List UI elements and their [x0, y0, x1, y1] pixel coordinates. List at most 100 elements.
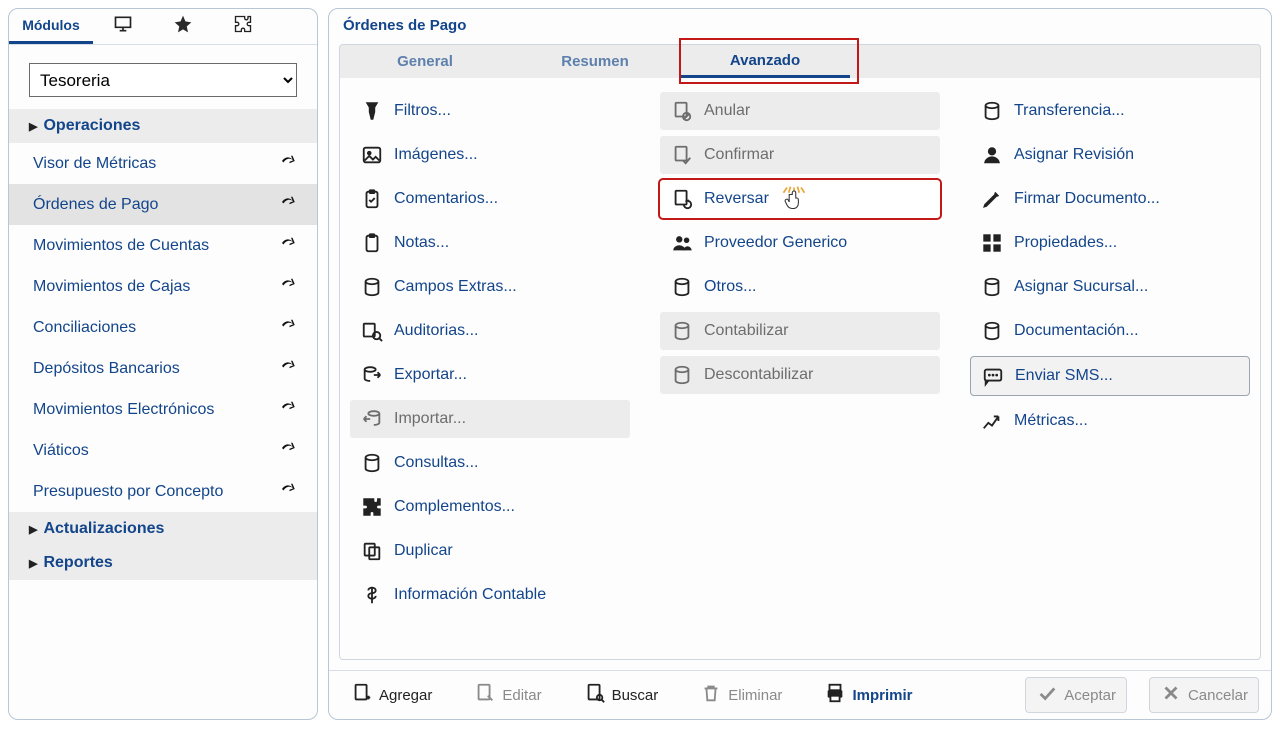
action-label: Métricas...: [1014, 412, 1088, 430]
eliminar-button[interactable]: Eliminar: [690, 678, 792, 712]
action-label: Notas...: [394, 234, 449, 252]
module-select[interactable]: Tesoreria: [29, 63, 297, 97]
nav-item-visor-metricas[interactable]: Visor de Métricas: [9, 143, 317, 184]
action-label: Contabilizar: [704, 322, 788, 340]
action-label: Reversar: [704, 190, 769, 208]
nav-item-mov-cajas[interactable]: Movimientos de Cajas: [9, 266, 317, 307]
page-edit-icon: [474, 682, 496, 708]
action-label: Complementos...: [394, 498, 515, 516]
trash-icon: [700, 682, 722, 708]
tab-avanzado[interactable]: Avanzado: [680, 45, 850, 78]
chevron-right-icon: ▶: [29, 523, 37, 536]
share-arrow-icon: [279, 316, 297, 339]
nav-item-mov-electronicos[interactable]: Movimientos Electrónicos: [9, 389, 317, 430]
nav-item-ordenes-pago[interactable]: Órdenes de Pago: [9, 184, 317, 225]
page-check-icon: [670, 143, 694, 167]
action-label: Duplicar: [394, 542, 453, 560]
image-icon: [360, 143, 384, 167]
module-select-input[interactable]: Tesoreria: [29, 63, 297, 97]
tab-general[interactable]: General: [340, 45, 510, 78]
nav-group-reportes[interactable]: ▶ Reportes: [9, 546, 317, 580]
action-transferencia[interactable]: Transferencia...: [970, 92, 1250, 130]
nav-item-label: Visor de Métricas: [33, 155, 156, 173]
action-confirmar[interactable]: Confirmar: [660, 136, 940, 174]
user-icon: [980, 143, 1004, 167]
action-complementos[interactable]: Complementos...: [350, 488, 630, 526]
action-label: Imágenes...: [394, 146, 478, 164]
nav-item-mov-cuentas[interactable]: Movimientos de Cuentas: [9, 225, 317, 266]
action-label: Exportar...: [394, 366, 467, 384]
nav-item-label: Movimientos de Cajas: [33, 278, 190, 296]
action-imagenes[interactable]: Imágenes...: [350, 136, 630, 174]
footer-bar: Agregar Editar Buscar Eliminar Imprimir …: [329, 670, 1271, 719]
tab-resumen[interactable]: Resumen: [510, 45, 680, 78]
action-label: Información Contable: [394, 586, 546, 604]
database-icon: [670, 275, 694, 299]
action-asignar-sucursal[interactable]: Asignar Sucursal...: [970, 268, 1250, 306]
action-metricas[interactable]: Métricas...: [970, 402, 1250, 440]
aceptar-button[interactable]: Aceptar: [1025, 677, 1127, 713]
star-icon: [173, 14, 193, 37]
button-label: Cancelar: [1188, 687, 1248, 704]
action-asignar-revision[interactable]: Asignar Revisión: [970, 136, 1250, 174]
action-propiedades[interactable]: Propiedades...: [970, 224, 1250, 262]
database-icon: [980, 319, 1004, 343]
clipboard-icon: [360, 231, 384, 255]
nav-item-label: Órdenes de Pago: [33, 196, 158, 214]
database-icon: [360, 275, 384, 299]
action-label: Otros...: [704, 278, 756, 296]
action-tabs-wrap: General Resumen Avanzado: [339, 44, 1261, 78]
nav-group-actualizaciones[interactable]: ▶ Actualizaciones: [9, 512, 317, 546]
action-label: Campos Extras...: [394, 278, 517, 296]
action-firmar-documento[interactable]: Firmar Documento...: [970, 180, 1250, 218]
nav-item-label: Presupuesto por Concepto: [33, 483, 223, 501]
action-documentacion[interactable]: Documentación...: [970, 312, 1250, 350]
action-importar[interactable]: Importar...: [350, 400, 630, 438]
action-contabilizar[interactable]: Contabilizar: [660, 312, 940, 350]
action-campos-extras[interactable]: Campos Extras...: [350, 268, 630, 306]
action-proveedor-generico[interactable]: Proveedor Generico: [660, 224, 940, 262]
nav-item-presupuesto[interactable]: Presupuesto por Concepto: [9, 471, 317, 512]
action-label: Asignar Sucursal...: [1014, 278, 1148, 296]
action-enviar-sms[interactable]: Enviar SMS...: [970, 356, 1250, 396]
buscar-button[interactable]: Buscar: [574, 678, 669, 712]
action-comentarios[interactable]: Comentarios...: [350, 180, 630, 218]
puzzle-icon: [233, 14, 253, 37]
editar-button[interactable]: Editar: [464, 678, 551, 712]
action-reversar[interactable]: Reversar: [660, 180, 940, 218]
nav-group-operaciones[interactable]: ▶ Operaciones: [9, 109, 317, 143]
nav-item-depositos[interactable]: Depósitos Bancarios: [9, 348, 317, 389]
action-label: Transferencia...: [1014, 102, 1125, 120]
tab-extensions[interactable]: [213, 9, 273, 44]
nav-item-conciliaciones[interactable]: Conciliaciones: [9, 307, 317, 348]
action-auditorias[interactable]: Auditorias...: [350, 312, 630, 350]
action-exportar[interactable]: Exportar...: [350, 356, 630, 394]
action-consultas[interactable]: Consultas...: [350, 444, 630, 482]
tab-monitor[interactable]: [93, 9, 153, 44]
action-label: Firmar Documento...: [1014, 190, 1160, 208]
right-panel: Órdenes de Pago General Resumen Avanzado…: [328, 8, 1272, 720]
tab-label: Avanzado: [730, 52, 800, 69]
action-notas[interactable]: Notas...: [350, 224, 630, 262]
nav-item-label: Movimientos Electrónicos: [33, 401, 214, 419]
nav-group-label: Actualizaciones: [43, 520, 164, 538]
action-duplicar[interactable]: Duplicar: [350, 532, 630, 570]
tab-modulos[interactable]: Módulos: [9, 9, 93, 44]
share-arrow-icon: [279, 357, 297, 380]
left-panel: Módulos Tesoreria ▶ Operaciones Visor de…: [8, 8, 318, 720]
action-otros[interactable]: Otros...: [660, 268, 940, 306]
grid-icon: [980, 231, 1004, 255]
import-icon: [360, 407, 384, 431]
action-anular[interactable]: Anular: [660, 92, 940, 130]
button-label: Agregar: [379, 687, 432, 704]
nav-item-viaticos[interactable]: Viáticos: [9, 430, 317, 471]
action-info-contable[interactable]: Información Contable: [350, 576, 630, 614]
action-descontabilizar[interactable]: Descontabilizar: [660, 356, 940, 394]
tab-favorites[interactable]: [153, 9, 213, 44]
cancelar-button[interactable]: Cancelar: [1149, 677, 1259, 713]
imprimir-button[interactable]: Imprimir: [814, 678, 922, 712]
export-icon: [360, 363, 384, 387]
agregar-button[interactable]: Agregar: [341, 678, 442, 712]
tab-modulos-label: Módulos: [22, 17, 80, 33]
action-filtros[interactable]: Filtros...: [350, 92, 630, 130]
